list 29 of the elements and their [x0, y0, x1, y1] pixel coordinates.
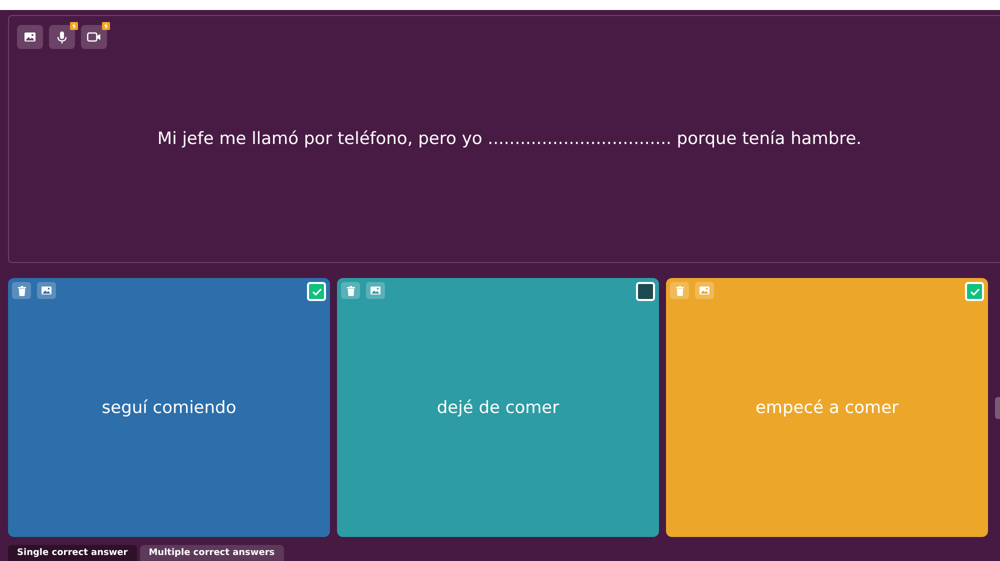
answer-mode-tab[interactable]: Single correct answer — [8, 545, 137, 561]
delete-button[interactable] — [670, 282, 689, 299]
trash-icon — [676, 286, 684, 296]
trash-icon — [346, 286, 354, 296]
checkmark-icon — [312, 288, 322, 296]
image-icon — [370, 286, 381, 295]
add-image-button[interactable] — [37, 282, 56, 299]
image-icon — [41, 286, 52, 295]
correct-checkbox[interactable] — [965, 282, 984, 301]
correct-checkbox[interactable] — [636, 282, 655, 301]
correct-checkbox[interactable] — [307, 282, 326, 301]
question-text: Mi jefe me llamó por teléfono, pero yo .................................. porque tenía hambre. — [157, 129, 862, 149]
checkmark-icon — [970, 288, 980, 296]
answer-text: empecé a comer — [755, 398, 899, 418]
answer-mode-tab[interactable]: Multiple correct answers — [140, 545, 284, 561]
image-icon — [24, 32, 36, 42]
add-audio-button[interactable] — [49, 25, 75, 49]
add-video-button[interactable] — [81, 25, 107, 49]
add-image-button[interactable] — [17, 25, 43, 49]
delete-button[interactable] — [341, 282, 360, 299]
answer-text: dejé de comer — [436, 398, 560, 418]
image-icon — [699, 286, 710, 295]
microphone-icon — [57, 30, 67, 44]
lightning-badge-icon — [70, 22, 78, 30]
lightning-badge-icon — [102, 22, 110, 30]
delete-button[interactable] — [12, 282, 31, 299]
answer-text: seguí comiendo — [102, 398, 236, 418]
video-camera-icon — [87, 32, 101, 42]
trash-icon — [18, 286, 26, 296]
